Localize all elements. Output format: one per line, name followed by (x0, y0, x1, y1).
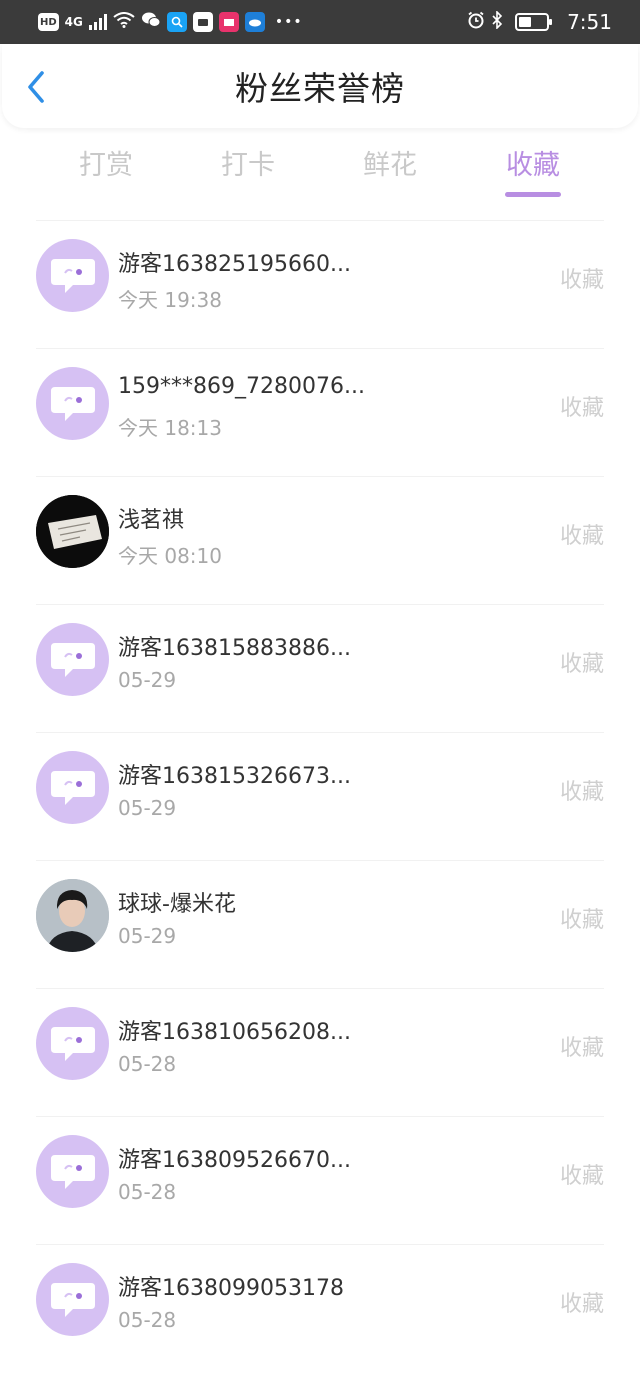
wechat-icon (141, 12, 161, 32)
alarm-icon (467, 11, 485, 33)
list-item[interactable]: 游客163825195660... 今天 19:38 收藏 (0, 212, 640, 340)
avatar (36, 239, 109, 312)
favorite-action[interactable]: 收藏 (560, 262, 604, 294)
favorite-action[interactable]: 收藏 (560, 1158, 604, 1190)
list-item[interactable]: 159***869_7280076... 今天 18:13 收藏 (0, 340, 640, 468)
avatar (36, 1263, 109, 1336)
tab-checkin[interactable]: 打卡 (221, 140, 275, 200)
paper-note-photo (36, 495, 109, 568)
chat-bubble-icon (50, 1154, 95, 1189)
tab-label: 收藏 (506, 150, 560, 181)
fan-name: 游客163810656208... (118, 1020, 351, 1045)
search-app-icon (166, 12, 187, 32)
page-title: 粉丝荣誉榜 (235, 69, 405, 108)
avatar (36, 1135, 109, 1208)
favorite-action[interactable]: 收藏 (560, 518, 604, 550)
favorite-action[interactable]: 收藏 (560, 774, 604, 806)
fan-name: 球球-爆米花 (118, 892, 236, 917)
avatar (36, 367, 109, 440)
fan-name: 游客163815883886... (118, 636, 351, 661)
avatar (36, 879, 109, 952)
fan-time: 今天 08:10 (118, 544, 222, 568)
active-tab-indicator (505, 192, 561, 197)
fan-time: 05-28 (118, 1180, 177, 1204)
fan-name: 159***869_7280076... (118, 374, 365, 399)
status-bar: HD 4G ••• 7:51 (0, 0, 640, 44)
person-photo (36, 879, 109, 952)
network-type-label: 4G (64, 15, 83, 29)
page-header: 粉丝荣誉榜 (2, 44, 638, 128)
tab-favorites[interactable]: 收藏 (505, 140, 561, 200)
favorite-action[interactable]: 收藏 (560, 902, 604, 934)
list-item[interactable]: 游客163810656208... 05-28 收藏 (0, 980, 640, 1108)
favorite-action[interactable]: 收藏 (560, 1030, 604, 1062)
list-item[interactable]: 游客163815326673... 05-29 收藏 (0, 724, 640, 852)
fan-name: 浅茗祺 (118, 508, 185, 533)
chevron-left-icon (28, 71, 44, 103)
avatar (36, 1007, 109, 1080)
fan-time: 05-29 (118, 796, 177, 820)
shopping-app-icon (192, 12, 213, 32)
fan-time: 05-28 (118, 1052, 177, 1076)
favorite-action[interactable]: 收藏 (560, 1286, 604, 1318)
avatar (36, 623, 109, 696)
store-app-icon (218, 12, 239, 32)
chat-bubble-icon (50, 258, 95, 293)
fan-name: 游客163825195660... (118, 252, 351, 277)
avatar (36, 495, 109, 568)
chat-bubble-icon (50, 386, 95, 421)
signal-icon (88, 14, 107, 30)
list-item[interactable]: 浅茗祺 今天 08:10 收藏 (0, 468, 640, 596)
tab-label: 打赏 (79, 150, 133, 181)
tab-reward[interactable]: 打赏 (79, 140, 133, 200)
fan-name: 游客163809526670... (118, 1148, 351, 1173)
back-button[interactable] (20, 71, 52, 103)
status-bar-right: 7:51 (467, 10, 612, 34)
fan-name: 游客163815326673... (118, 764, 351, 789)
clock-time: 7:51 (567, 10, 612, 34)
fan-time: 05-29 (118, 924, 177, 948)
list-item[interactable]: 游客163815883886... 05-29 收藏 (0, 596, 640, 724)
battery-icon (515, 13, 553, 31)
chat-bubble-icon (50, 1282, 95, 1317)
status-bar-left: HD 4G ••• (38, 12, 303, 32)
tab-bar: 打赏 打卡 鲜花 收藏 (0, 140, 640, 200)
weather-app-icon (244, 12, 265, 32)
bluetooth-icon (491, 10, 503, 33)
tab-flowers[interactable]: 鲜花 (363, 140, 417, 200)
fan-time: 今天 18:13 (118, 416, 222, 440)
tab-label: 打卡 (221, 150, 275, 181)
fan-time: 今天 19:38 (118, 288, 222, 312)
avatar (36, 751, 109, 824)
tab-label: 鲜花 (363, 150, 417, 181)
fan-list: 游客163825195660... 今天 19:38 收藏 159***869_… (0, 212, 640, 1364)
fan-time: 05-28 (118, 1308, 177, 1332)
hd-badge: HD (38, 13, 59, 31)
more-notifications-icon: ••• (274, 14, 303, 30)
chat-bubble-icon (50, 1026, 95, 1061)
fan-time: 05-29 (118, 668, 177, 692)
wifi-icon (113, 12, 135, 32)
list-item[interactable]: 游客1638099053178 05-28 收藏 (0, 1236, 640, 1364)
chat-bubble-icon (50, 642, 95, 677)
favorite-action[interactable]: 收藏 (560, 390, 604, 422)
favorite-action[interactable]: 收藏 (560, 646, 604, 678)
chat-bubble-icon (50, 770, 95, 805)
list-item[interactable]: 游客163809526670... 05-28 收藏 (0, 1108, 640, 1236)
fan-name: 游客1638099053178 (118, 1276, 344, 1301)
list-item[interactable]: 球球-爆米花 05-29 收藏 (0, 852, 640, 980)
